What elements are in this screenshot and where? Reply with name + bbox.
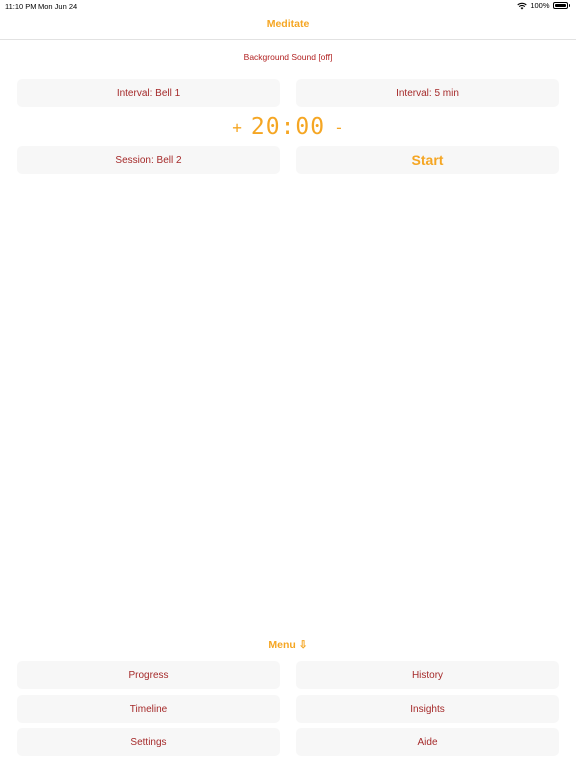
timer-display: 20:00 — [250, 114, 326, 140]
timer-decrease-button[interactable]: - — [334, 118, 344, 137]
status-indicators: 100% — [517, 1, 570, 10]
nav-divider — [0, 39, 576, 40]
interval-bell-button[interactable]: Interval: Bell 1 — [17, 79, 280, 107]
interval-time-button[interactable]: Interval: 5 min — [296, 79, 559, 107]
menu-insights-button[interactable]: Insights — [296, 695, 559, 723]
battery-icon — [552, 2, 568, 9]
battery-percent: 100% — [530, 1, 550, 10]
battery-tip — [568, 4, 570, 7]
menu-header[interactable]: Menu ⇩ — [0, 639, 576, 651]
session-bell-button[interactable]: Session: Bell 2 — [17, 146, 280, 174]
page-title: Meditate — [266, 18, 310, 30]
menu-timeline-button[interactable]: Timeline — [17, 695, 280, 723]
menu-progress-button[interactable]: Progress — [17, 661, 280, 689]
status-time: 11:10 PM — [5, 2, 37, 11]
background-sound-toggle[interactable]: Background Sound [off] — [0, 52, 576, 62]
timer-increase-button[interactable]: + — [232, 118, 242, 137]
start-button[interactable]: Start — [296, 146, 559, 174]
status-date: Mon Jun 24 — [38, 2, 78, 11]
status-bar: 11:10 PM Mon Jun 24 100% — [0, 0, 576, 12]
menu-history-button[interactable]: History — [296, 661, 559, 689]
timer-control: + 20:00 - — [0, 112, 576, 142]
menu-settings-button[interactable]: Settings — [17, 728, 280, 756]
wifi-icon — [517, 2, 527, 10]
menu-aide-button[interactable]: Aide — [296, 728, 559, 756]
